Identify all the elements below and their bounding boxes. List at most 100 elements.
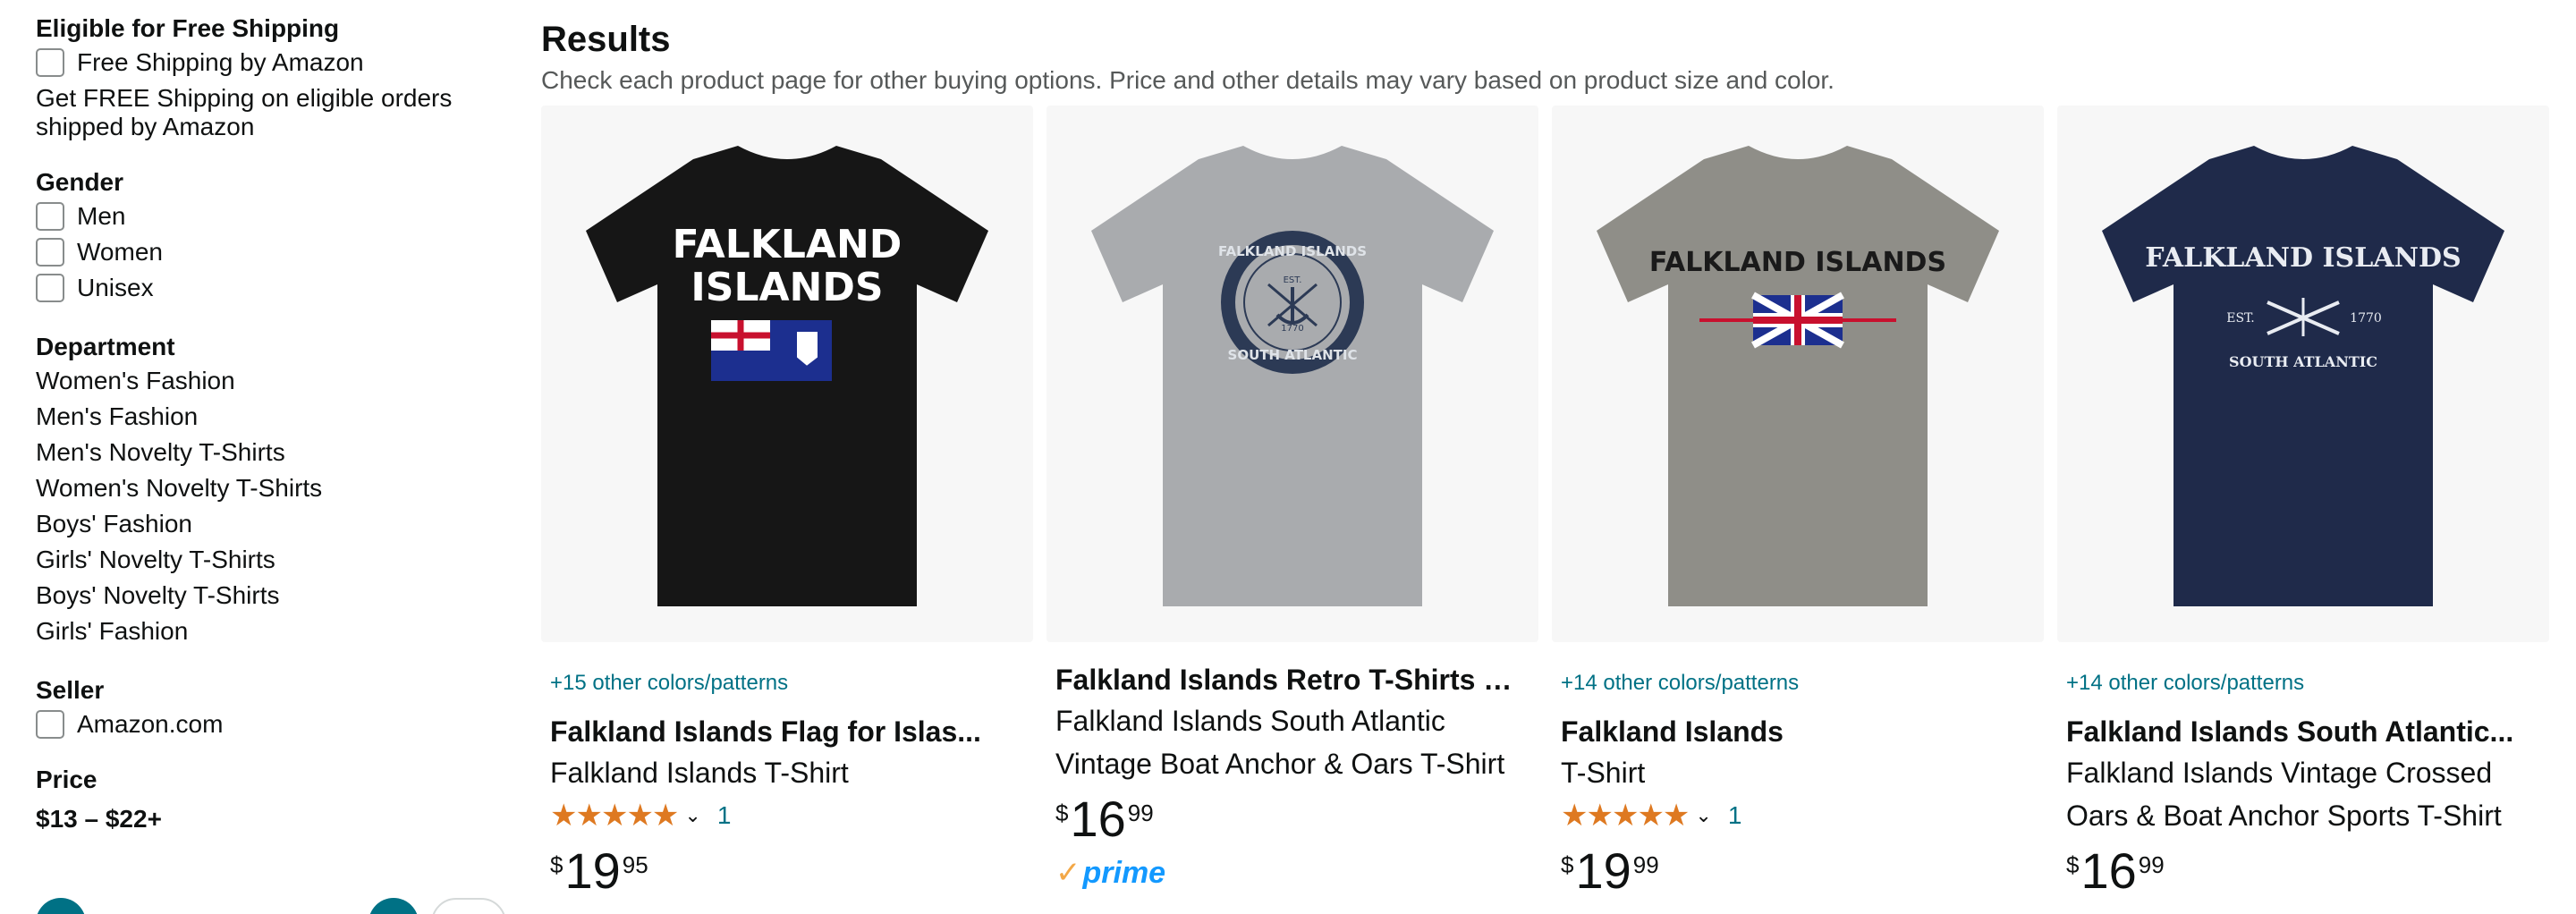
product-price: $ 19 99 xyxy=(1561,844,2035,898)
prime-label: prime xyxy=(1082,855,1166,890)
results-title: Results xyxy=(541,20,671,59)
print-text: FALKLAND ISLANDS xyxy=(1649,247,1946,278)
seller-heading: Seller xyxy=(36,676,105,704)
product-title[interactable]: Falkland Islands xyxy=(1561,712,2026,751)
product-price: $ 19 95 xyxy=(550,844,1024,898)
price-heading: Price xyxy=(36,766,97,793)
product-card[interactable]: FALKLAND ISLANDS +14 other colors/patter… xyxy=(1552,106,2044,914)
print-text: SOUTH ATLANTIC xyxy=(2229,353,2377,370)
price-whole: 19 xyxy=(564,842,621,899)
product-subtitle[interactable]: Falkland Islands T-Shirt xyxy=(550,751,1024,794)
tshirt-shape xyxy=(1091,146,1494,606)
other-colors-link[interactable]: +15 other colors/patterns xyxy=(550,669,1024,698)
department-link[interactable]: Girls' Fashion xyxy=(36,614,501,649)
print-text: 1770 xyxy=(2350,311,2382,326)
product-subtitle[interactable]: Falkland Islands Vintage Crossed Oars & … xyxy=(2066,751,2531,837)
rating-count[interactable]: 1 xyxy=(1728,801,1742,830)
product-card[interactable]: FALKLAND ISLANDS SOUTH ATLANTIC EST. 177… xyxy=(1046,106,1538,914)
tshirt-image: FALKLAND ISLANDS EST. 1770 SOUTH ATLANTI… xyxy=(2102,146,2504,606)
print-text: EST. xyxy=(2226,311,2255,326)
tshirt-image: FALKLAND ISLANDS SOUTH ATLANTIC EST. 177… xyxy=(1091,146,1494,606)
gender-filter-men[interactable]: Men xyxy=(36,199,501,234)
price-fraction: 99 xyxy=(1127,800,1154,826)
free-shipping-checkbox[interactable] xyxy=(36,48,64,77)
gender-women-checkbox[interactable] xyxy=(36,238,64,267)
prime-check-icon: ✓ xyxy=(1055,856,1081,890)
gender-women-label: Women xyxy=(77,238,163,266)
chevron-down-icon[interactable]: ⌄ xyxy=(684,804,700,827)
star-rating-icon: ★★★★★ xyxy=(1561,799,1690,833)
price-symbol: $ xyxy=(550,851,564,878)
product-subtitle[interactable]: T-Shirt xyxy=(1561,751,2035,794)
price-slider-min-handle[interactable] xyxy=(36,898,86,914)
department-link[interactable]: Boys' Fashion xyxy=(36,506,501,542)
gender-heading: Gender xyxy=(36,168,124,196)
seller-filter-amazon[interactable]: Amazon.com xyxy=(36,707,501,742)
gender-men-checkbox[interactable] xyxy=(36,202,64,231)
gender-filter-unisex[interactable]: Unisex xyxy=(36,270,501,306)
free-shipping-note: Get FREE Shipping on eligible orders shi… xyxy=(36,84,453,140)
print-text: FALKLAND ISLANDS xyxy=(2145,242,2461,274)
price-whole: 16 xyxy=(2080,842,2137,899)
seller-amazon-label: Amazon.com xyxy=(77,710,224,738)
print-text: EST. xyxy=(1284,275,1302,285)
department-link[interactable]: Boys' Novelty T-Shirts xyxy=(36,578,501,614)
gender-filter-women[interactable]: Women xyxy=(36,234,501,270)
free-shipping-heading: Eligible for Free Shipping xyxy=(36,14,340,42)
print-text: 1770 xyxy=(1281,324,1303,334)
tshirt-shape xyxy=(1597,146,1999,606)
chevron-down-icon[interactable]: ⌄ xyxy=(1695,804,1711,827)
department-link[interactable]: Women's Novelty T-Shirts xyxy=(36,470,501,506)
print-text: FALKLAND ISLANDS xyxy=(1218,243,1367,259)
department-link[interactable]: Men's Novelty T-Shirts xyxy=(36,435,501,470)
price-fraction: 99 xyxy=(2138,851,2165,878)
department-heading: Department xyxy=(36,333,175,360)
rating-count[interactable]: 1 xyxy=(717,801,732,830)
product-title[interactable]: Falkland Islands South Atlantic... xyxy=(2066,712,2531,751)
tshirt-shape xyxy=(2102,146,2504,606)
product-title[interactable]: Falkland Islands Flag for Islas... xyxy=(550,712,1015,751)
price-fraction: 95 xyxy=(622,851,648,878)
price-whole: 16 xyxy=(1070,791,1126,847)
gender-unisex-label: Unisex xyxy=(77,274,154,301)
product-price: $ 16 99 xyxy=(1055,792,1530,846)
seller-amazon-checkbox[interactable] xyxy=(36,710,64,739)
other-colors-link[interactable]: +14 other colors/patterns xyxy=(2066,669,2540,698)
product-title[interactable]: Falkland Islands Retro T-Shirts &... xyxy=(1055,660,1521,699)
product-image[interactable]: FALKLAND ISLANDS SOUTH ATLANTIC EST. 177… xyxy=(1046,106,1538,642)
star-rating-icon: ★★★★★ xyxy=(550,799,679,833)
tshirt-image: FALKLAND ISLANDS xyxy=(586,146,988,606)
price-go-button[interactable] xyxy=(431,898,506,914)
print-text: ISLANDS xyxy=(691,265,883,310)
price-fraction: 99 xyxy=(1632,851,1659,878)
product-card[interactable]: FALKLAND ISLANDS EST. 1770 SOUTH ATLANTI… xyxy=(2057,106,2549,914)
department-link[interactable]: Girls' Novelty T-Shirts xyxy=(36,542,501,578)
rating-row[interactable]: ★★★★★ ⌄ 1 xyxy=(1561,794,2035,837)
product-image[interactable]: FALKLAND ISLANDS xyxy=(541,106,1033,642)
print-text: FALKLAND xyxy=(673,222,902,267)
department-link[interactable]: Women's Fashion xyxy=(36,363,501,399)
product-price: $ 16 99 xyxy=(2066,844,2540,898)
tshirt-image: FALKLAND ISLANDS xyxy=(1597,146,1999,606)
price-range-value: $13 – $22+ xyxy=(36,805,162,833)
free-shipping-label: Free Shipping by Amazon xyxy=(77,48,364,76)
gender-unisex-checkbox[interactable] xyxy=(36,274,64,302)
product-image[interactable]: FALKLAND ISLANDS EST. 1770 SOUTH ATLANTI… xyxy=(2057,106,2549,642)
prime-badge: ✓ prime xyxy=(1055,855,1530,891)
gender-men-label: Men xyxy=(77,202,126,230)
rating-row[interactable]: ★★★★★ ⌄ 1 xyxy=(550,794,1024,837)
print-text: SOUTH ATLANTIC xyxy=(1228,347,1358,363)
price-symbol: $ xyxy=(1561,851,1574,878)
free-shipping-filter[interactable]: Free Shipping by Amazon xyxy=(36,45,501,80)
product-image[interactable]: FALKLAND ISLANDS xyxy=(1552,106,2044,642)
filter-sidebar: Eligible for Free Shipping Free Shipping… xyxy=(36,13,501,837)
product-subtitle[interactable]: Falkland Islands South Atlantic Vintage … xyxy=(1055,699,1521,785)
price-whole: 19 xyxy=(1575,842,1631,899)
department-link[interactable]: Men's Fashion xyxy=(36,399,501,435)
results-subtitle: Check each product page for other buying… xyxy=(541,66,1835,94)
product-card[interactable]: FALKLAND ISLANDS +15 other colors/patter… xyxy=(541,106,1033,914)
other-colors-link[interactable]: +14 other colors/patterns xyxy=(1561,669,2035,698)
price-symbol: $ xyxy=(1055,800,1069,826)
price-slider-max-handle[interactable] xyxy=(369,898,419,914)
price-symbol: $ xyxy=(2066,851,2080,878)
